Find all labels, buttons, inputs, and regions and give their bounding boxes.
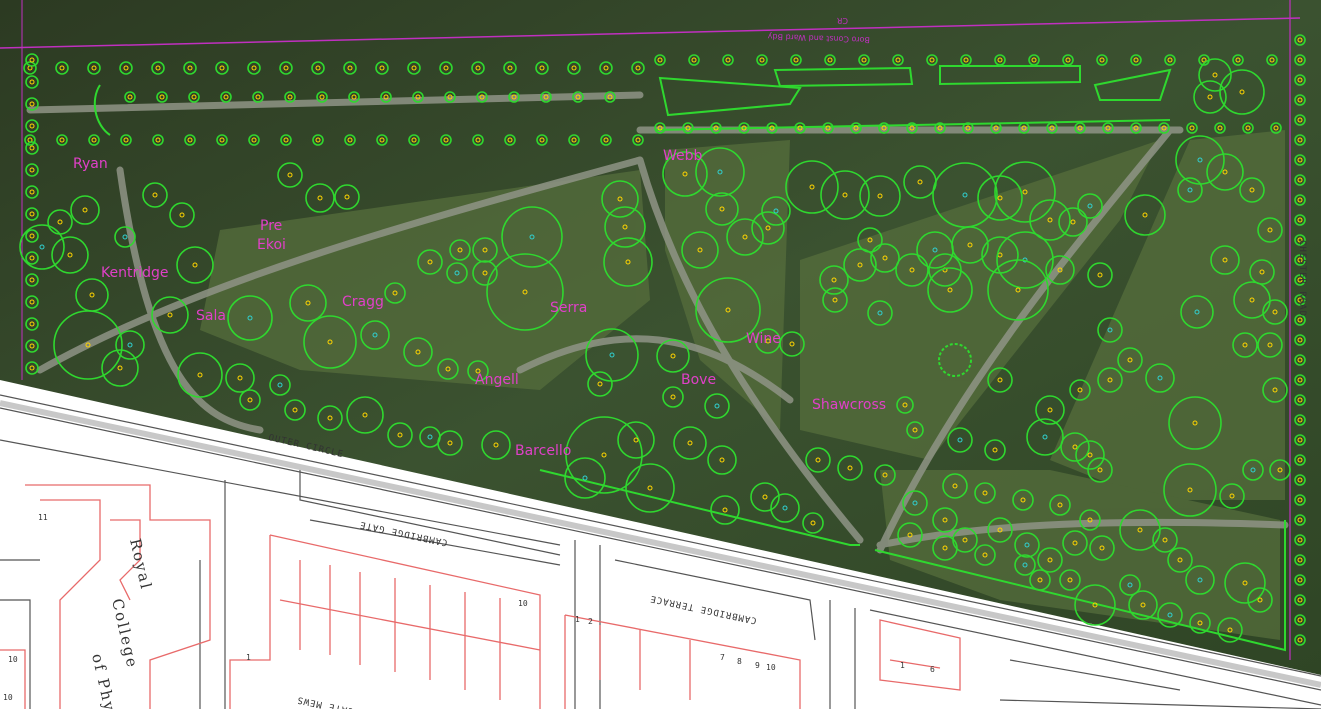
planting-label-bove: Bove [681,372,716,388]
house-number: 7 [720,653,725,662]
planting-label-kentridge: Kentridge [101,265,169,281]
planting-label-sala: Sala [196,308,226,324]
house-number: 11 [38,513,48,522]
house-number: 9 [755,661,760,670]
planting-label-angell: Angell [475,372,519,388]
boundary-cr: CR [836,16,848,25]
planting-label-barcello: Barcello [515,443,571,459]
house-number: 1 [900,661,905,670]
planting-label-cragg: Cragg [342,294,384,310]
planting-label-shawcross: Shawcross [812,397,886,413]
planting-label-wine: Wine [746,331,781,347]
planting-label-ryan: Ryan [73,156,108,172]
planting-label-webb: Webb [663,148,703,164]
house-number: 2 [588,617,593,626]
road-label-chester-road: CHESTER ROAD [1297,240,1307,317]
house-number: 10 [8,655,18,664]
site-map[interactable]: OUTER CIRCLE CAMBRIDGE GATE CAMBRIDGE TE… [0,0,1321,709]
planting-label-pre: Pre [260,218,282,234]
house-number: 10 [518,599,528,608]
planting-label-serra: Serra [550,300,587,316]
house-number: 1 [575,615,580,624]
house-number: 10 [766,663,776,672]
house-number: 1 [246,653,251,662]
house-number: 10 [3,693,13,702]
planting-label-ekoi: Ekoi [257,237,286,253]
house-number: 6 [930,665,935,674]
house-number: 8 [737,657,742,666]
